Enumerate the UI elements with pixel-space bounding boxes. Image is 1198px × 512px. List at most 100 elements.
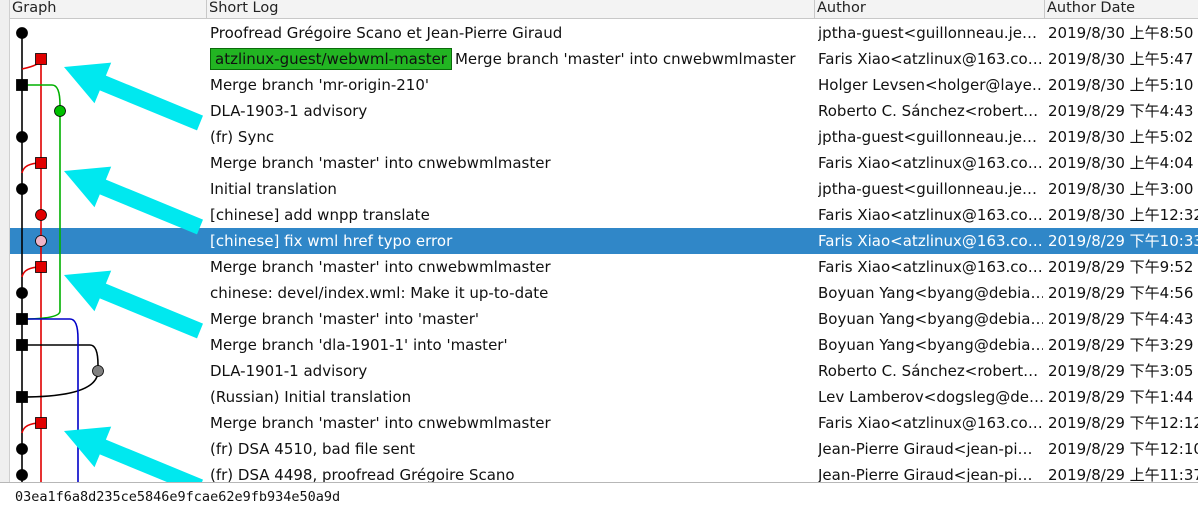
header-author-date[interactable]: Author Date bbox=[1045, 0, 1198, 19]
commit-node bbox=[35, 209, 47, 221]
author-cell: Jean-Pierre Giraud<jean-pi… bbox=[818, 440, 1033, 458]
graph-lane-line bbox=[21, 344, 99, 398]
commit-message: Proofread Grégoire Scano et Jean-Pierre … bbox=[210, 24, 563, 42]
commit-message: (fr) Sync bbox=[210, 128, 275, 146]
header-graph[interactable]: Graph bbox=[10, 0, 207, 19]
author-date-cell: 2019/8/30 上午4:04 bbox=[1048, 154, 1194, 172]
commit-message: (fr) DSA 4510, bad file sent bbox=[210, 440, 416, 458]
short-log-cell: [chinese] add wnpp translate bbox=[210, 202, 812, 228]
author-cell: Roberto C. Sánchez<robert… bbox=[818, 102, 1039, 120]
short-log-cell: (Russian) Initial translation bbox=[210, 384, 812, 410]
commit-node bbox=[35, 417, 47, 429]
commit-node bbox=[16, 443, 28, 455]
commit-node bbox=[92, 365, 104, 377]
author-cell: Boyuan Yang<byang@debia… bbox=[818, 336, 1043, 354]
author-cell: Holger Levsen<holger@laye… bbox=[818, 76, 1043, 94]
short-log-cell: (fr) DSA 4510, bad file sent bbox=[210, 436, 812, 462]
commit-message: (fr) DSA 4498, proofread Grégoire Scano bbox=[210, 466, 515, 482]
commit-node bbox=[54, 105, 66, 117]
author-cell: Faris Xiao<atzlinux@163.co… bbox=[818, 50, 1043, 68]
commit-message: chinese: devel/index.wml: Make it up-to-… bbox=[210, 284, 549, 302]
commit-message: Merge branch 'master' into cnwebwmlmaste… bbox=[454, 50, 796, 68]
author-date-cell: 2019/8/29 上午11:37 bbox=[1048, 466, 1198, 482]
commit-node bbox=[16, 131, 28, 143]
author-cell: Faris Xiao<atzlinux@163.co… bbox=[818, 206, 1043, 224]
commit-message: Merge branch 'master' into cnwebwmlmaste… bbox=[210, 154, 551, 172]
short-log-cell: Initial translation bbox=[210, 176, 812, 202]
commit-node bbox=[35, 235, 47, 247]
branch-ref-label[interactable]: atzlinux-guest/webwml-master bbox=[210, 47, 452, 70]
commit-node bbox=[35, 53, 47, 65]
author-date-cell: 2019/8/29 下午12:10 bbox=[1048, 440, 1198, 458]
author-cell: Faris Xiao<atzlinux@163.co… bbox=[818, 232, 1043, 250]
author-cell: Boyuan Yang<byang@debia… bbox=[818, 310, 1043, 328]
short-log-cell: (fr) Sync bbox=[210, 124, 812, 150]
author-cell: Boyuan Yang<byang@debia… bbox=[818, 284, 1043, 302]
author-date-cell: 2019/8/30 上午3:00 bbox=[1048, 180, 1194, 198]
column-header: Graph Short Log Author Author Date bbox=[10, 0, 1198, 19]
commit-message: (Russian) Initial translation bbox=[210, 388, 412, 406]
commit-message: Merge branch 'master' into cnwebwmlmaste… bbox=[210, 414, 551, 432]
author-date-cell: 2019/8/29 下午4:56 bbox=[1048, 284, 1194, 302]
commit-message: DLA-1901-1 advisory bbox=[210, 362, 368, 380]
short-log-cell: DLA-1903-1 advisory bbox=[210, 98, 812, 124]
commit-node bbox=[16, 339, 28, 351]
author-date-cell: 2019/8/30 上午5:47 bbox=[1048, 50, 1194, 68]
author-cell: Jean-Pierre Giraud<jean-pi… bbox=[818, 466, 1033, 482]
author-date-cell: 2019/8/29 下午3:05 bbox=[1048, 362, 1194, 380]
commit-graph bbox=[16, 27, 104, 482]
log-view[interactable]: Graph Short Log Author Author Date Proof… bbox=[10, 0, 1198, 482]
commit-node bbox=[35, 157, 47, 169]
commit-node bbox=[16, 391, 28, 403]
author-cell: jptha-guest<guillonneau.je… bbox=[818, 180, 1038, 198]
status-bar: 03ea1f6a8d235ce5846e9fcae62e9fb934e50a9d bbox=[0, 482, 1198, 512]
commit-hash[interactable]: 03ea1f6a8d235ce5846e9fcae62e9fb934e50a9d bbox=[15, 489, 340, 505]
short-log-cell: atzlinux-guest/webwml-master Merge branch… bbox=[210, 46, 812, 72]
author-date-cell: 2019/8/30 上午5:02 bbox=[1048, 128, 1194, 146]
commit-node bbox=[16, 287, 28, 299]
short-log-cell: Merge branch 'master' into cnwebwmlmaste… bbox=[210, 150, 812, 176]
commit-node bbox=[16, 313, 28, 325]
short-log-cell: Merge branch 'master' into cnwebwmlmaste… bbox=[210, 410, 812, 436]
commit-message: Initial translation bbox=[210, 180, 337, 198]
short-log-cell: Merge branch 'dla-1901-1' into 'master' bbox=[210, 332, 812, 358]
author-cell: jptha-guest<guillonneau.je… bbox=[818, 24, 1038, 42]
author-date-cell: 2019/8/30 上午8:50 bbox=[1048, 24, 1194, 42]
author-cell: Faris Xiao<atzlinux@163.co… bbox=[818, 154, 1043, 172]
author-cell: Roberto C. Sánchez<robert… bbox=[818, 362, 1039, 380]
short-log-cell: Merge branch 'master' into cnwebwmlmaste… bbox=[210, 254, 812, 280]
commit-node bbox=[16, 469, 28, 481]
author-cell: jptha-guest<guillonneau.je… bbox=[818, 128, 1038, 146]
author-cell: Faris Xiao<atzlinux@163.co… bbox=[818, 258, 1043, 276]
header-short-log[interactable]: Short Log bbox=[207, 0, 815, 19]
commit-message: Merge branch 'master' into 'master' bbox=[210, 310, 480, 328]
short-log-cell: chinese: devel/index.wml: Make it up-to-… bbox=[210, 280, 812, 306]
author-date-cell: 2019/8/30 上午5:10 bbox=[1048, 76, 1194, 94]
short-log-cell: Proofread Grégoire Scano et Jean-Pierre … bbox=[210, 20, 812, 46]
commit-message: [chinese] fix wml href typo error bbox=[210, 232, 453, 250]
short-log-cell: [chinese] fix wml href typo error bbox=[210, 228, 812, 254]
author-date-cell: 2019/8/29 下午4:43 bbox=[1048, 102, 1194, 120]
commit-node bbox=[35, 261, 47, 273]
author-cell: Faris Xiao<atzlinux@163.co… bbox=[818, 414, 1043, 432]
commit-message: Merge branch 'mr-origin-210' bbox=[210, 76, 430, 94]
commit-message: Merge branch 'master' into cnwebwmlmaste… bbox=[210, 258, 551, 276]
author-date-cell: 2019/8/29 下午12:12 bbox=[1048, 414, 1198, 432]
author-cell: Lev Lamberov<dogsleg@de… bbox=[818, 388, 1043, 406]
author-date-cell: 2019/8/29 下午10:33 bbox=[1048, 232, 1198, 250]
commit-node bbox=[16, 27, 28, 39]
header-author[interactable]: Author bbox=[815, 0, 1045, 19]
short-log-cell: Merge branch 'master' into 'master' bbox=[210, 306, 812, 332]
author-date-cell: 2019/8/30 上午12:32 bbox=[1048, 206, 1198, 224]
left-margin bbox=[0, 0, 10, 482]
commit-node bbox=[16, 183, 28, 195]
short-log-cell: DLA-1901-1 advisory bbox=[210, 358, 812, 384]
commit-message: Merge branch 'dla-1901-1' into 'master' bbox=[210, 336, 508, 354]
author-date-cell: 2019/8/29 下午1:44 bbox=[1048, 388, 1194, 406]
author-date-cell: 2019/8/29 下午3:29 bbox=[1048, 336, 1194, 354]
commit-node bbox=[16, 79, 28, 91]
graph-lane-line bbox=[22, 318, 79, 482]
commit-message: DLA-1903-1 advisory bbox=[210, 102, 368, 120]
short-log-cell: Merge branch 'mr-origin-210' bbox=[210, 72, 812, 98]
short-log-cell: (fr) DSA 4498, proofread Grégoire Scano bbox=[210, 462, 812, 482]
